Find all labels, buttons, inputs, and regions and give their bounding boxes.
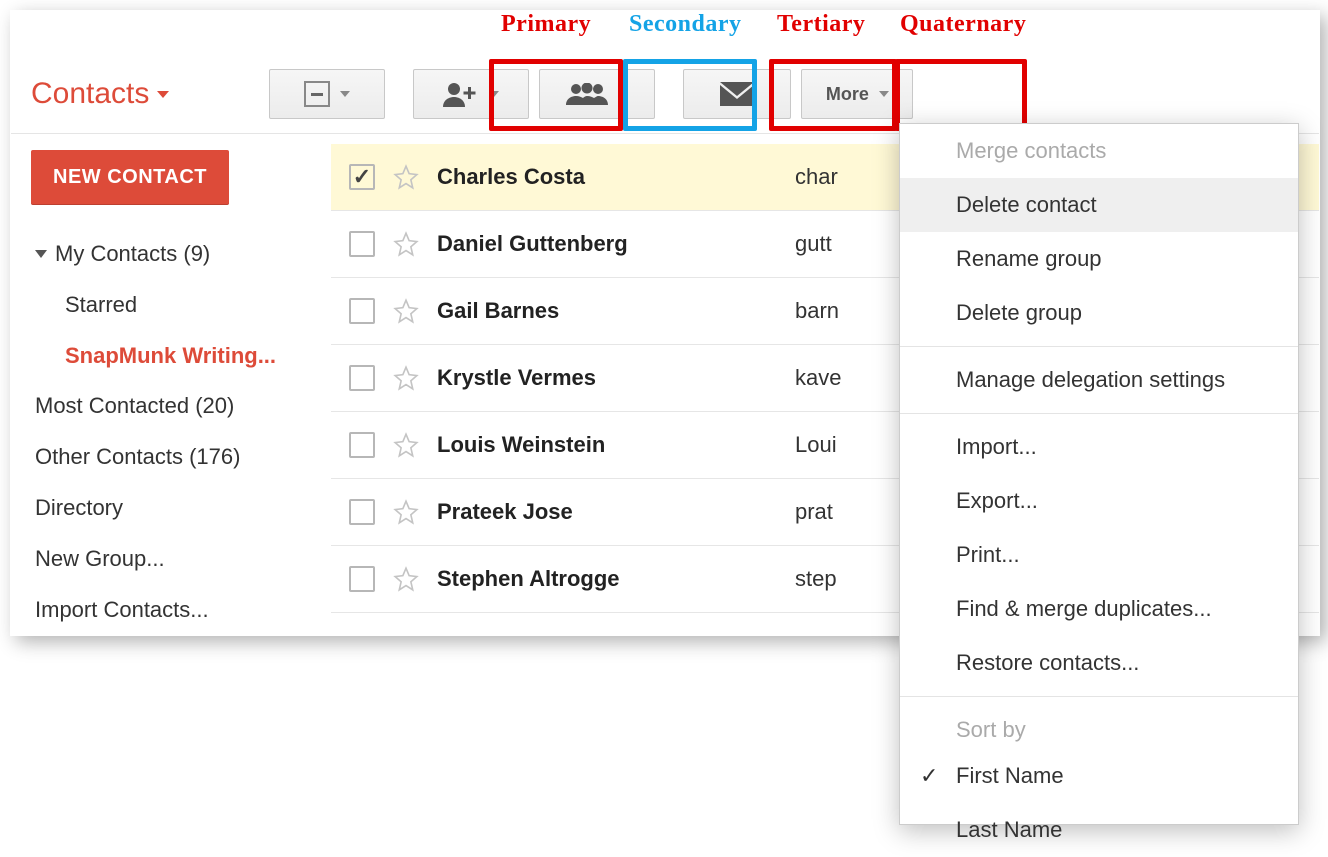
sidebar-label: Most Contacted (20) [35, 391, 234, 422]
annotation-tertiary: Tertiary [777, 11, 892, 38]
sidebar-item-import[interactable]: Import Contacts... [31, 585, 331, 636]
annotation-secondary: Secondary [629, 11, 769, 38]
menu-delete-contact[interactable]: Delete contact [900, 178, 1298, 232]
contact-email: char [795, 164, 838, 190]
star-icon[interactable] [393, 499, 419, 525]
email-button[interactable] [683, 69, 791, 119]
contact-email: step [795, 566, 837, 592]
chevron-down-icon [35, 250, 47, 258]
menu-rename-group[interactable]: Rename group [900, 232, 1298, 286]
annotation-bar: Primary Secondary Tertiary Quaternary [11, 11, 1319, 59]
check-icon: ✓ [920, 763, 938, 789]
more-dropdown-menu: Merge contacts Delete contact Rename gro… [899, 123, 1299, 825]
sidebar-label: Import Contacts... [35, 595, 209, 626]
menu-import[interactable]: Import... [900, 420, 1298, 474]
groups-button[interactable] [539, 69, 655, 119]
menu-manage-delegation[interactable]: Manage delegation settings [900, 353, 1298, 407]
row-checkbox[interactable] [349, 566, 375, 592]
sidebar-item-other-contacts[interactable]: Other Contacts (176) [31, 432, 331, 483]
contact-name: Stephen Altrogge [437, 566, 777, 592]
app-title-text: Contacts [31, 77, 149, 111]
menu-separator [900, 413, 1298, 414]
star-icon[interactable] [393, 231, 419, 257]
sidebar-label: New Group... [35, 544, 165, 575]
menu-sort-first-name[interactable]: ✓ First Name [900, 749, 1298, 803]
star-icon[interactable] [393, 164, 419, 190]
star-icon[interactable] [393, 365, 419, 391]
menu-print[interactable]: Print... [900, 528, 1298, 582]
contact-name: Louis Weinstein [437, 432, 777, 458]
menu-export[interactable]: Export... [900, 474, 1298, 528]
menu-sort-last-name[interactable]: Last Name [900, 803, 1298, 857]
caret-down-icon [489, 91, 499, 97]
menu-sort-by-header: Sort by [900, 703, 1298, 749]
menu-restore[interactable]: Restore contacts... [900, 636, 1298, 690]
select-all-button[interactable] [269, 69, 385, 119]
sidebar-label: Starred [65, 290, 137, 321]
sidebar-label: My Contacts (9) [55, 239, 210, 270]
caret-down-icon [340, 91, 350, 97]
contact-name: Prateek Jose [437, 499, 777, 525]
more-button[interactable]: More [801, 69, 913, 119]
sidebar-item-my-contacts[interactable]: My Contacts (9) [31, 229, 331, 280]
row-checkbox[interactable] [349, 499, 375, 525]
row-checkbox[interactable] [349, 432, 375, 458]
contact-email: gutt [795, 231, 832, 257]
row-checkbox[interactable] [349, 231, 375, 257]
contact-name: Charles Costa [437, 164, 777, 190]
annotation-primary: Primary [501, 11, 621, 38]
sidebar-label: Other Contacts (176) [35, 442, 240, 473]
more-button-label: More [826, 84, 869, 105]
star-icon[interactable] [393, 566, 419, 592]
row-checkbox[interactable]: ✓ [349, 164, 375, 190]
contact-email: Loui [795, 432, 837, 458]
sidebar-item-most-contacted[interactable]: Most Contacted (20) [31, 381, 331, 432]
menu-merge-contacts: Merge contacts [900, 124, 1298, 178]
person-plus-icon [443, 81, 479, 107]
sidebar-item-starred[interactable]: Starred [31, 280, 331, 331]
menu-separator [900, 346, 1298, 347]
row-checkbox[interactable] [349, 298, 375, 324]
new-contact-button[interactable]: NEW CONTACT [31, 150, 229, 205]
menu-delete-group[interactable]: Delete group [900, 286, 1298, 340]
row-checkbox[interactable] [349, 365, 375, 391]
contact-name: Daniel Guttenberg [437, 231, 777, 257]
caret-down-icon [879, 91, 889, 97]
sidebar-label: Directory [35, 493, 123, 524]
caret-down-icon [618, 91, 628, 97]
indeterminate-icon [304, 81, 330, 107]
contact-name: Krystle Vermes [437, 365, 777, 391]
group-icon [566, 83, 608, 105]
sidebar-item-directory[interactable]: Directory [31, 483, 331, 534]
sidebar: NEW CONTACT My Contacts (9) Starred Snap… [11, 134, 331, 635]
envelope-icon [720, 82, 754, 106]
contact-email: kave [795, 365, 841, 391]
sidebar-item-snapmunk[interactable]: SnapMunk Writing... [31, 331, 331, 382]
contact-email: barn [795, 298, 839, 324]
menu-label: First Name [956, 763, 1064, 788]
star-icon[interactable] [393, 298, 419, 324]
contact-email: prat [795, 499, 833, 525]
add-to-contacts-button[interactable] [413, 69, 529, 119]
menu-find-duplicates[interactable]: Find & merge duplicates... [900, 582, 1298, 636]
sidebar-item-new-group[interactable]: New Group... [31, 534, 331, 585]
menu-separator [900, 696, 1298, 697]
annotation-quaternary: Quaternary [900, 11, 1060, 38]
caret-down-icon [157, 91, 169, 98]
app-title-dropdown[interactable]: Contacts [31, 77, 169, 111]
sidebar-label: SnapMunk Writing... [65, 341, 276, 372]
star-icon[interactable] [393, 432, 419, 458]
contact-name: Gail Barnes [437, 298, 777, 324]
